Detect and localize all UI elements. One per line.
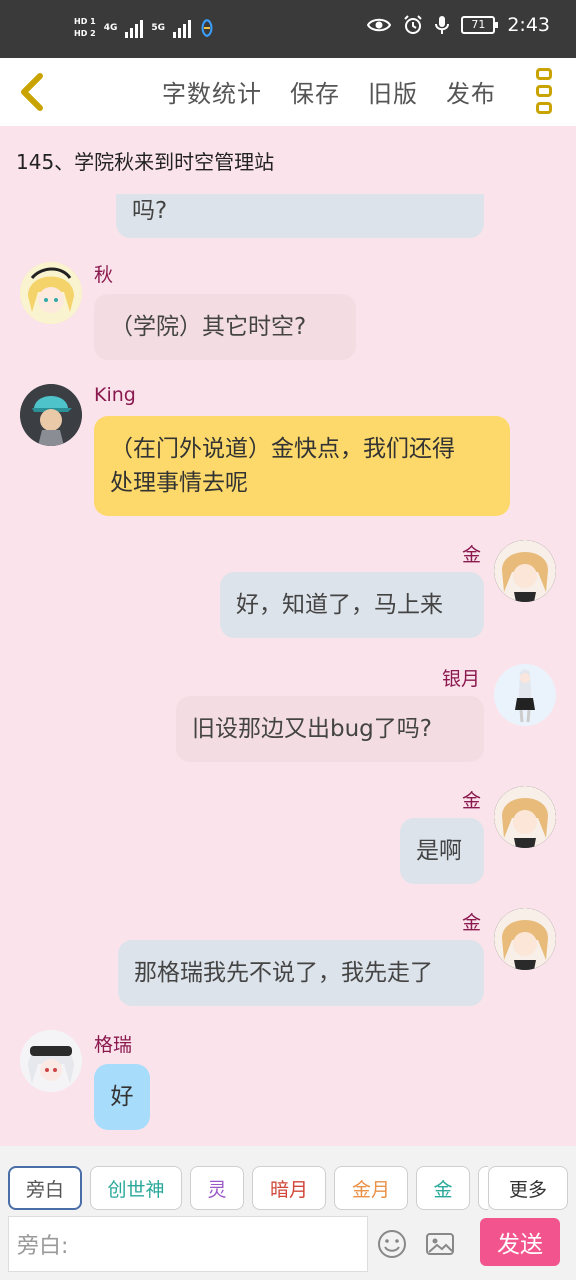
message-bubble: 好，知道了，马上来 [220, 572, 484, 638]
avatar[interactable] [494, 540, 556, 602]
microphone-icon [435, 16, 450, 34]
character-chip-jin[interactable]: 金 [416, 1166, 470, 1210]
data-saver-icon [201, 19, 213, 38]
avatar[interactable] [494, 908, 556, 970]
character-chip-creator[interactable]: 创世神 [90, 1166, 182, 1210]
story-title: 145、学院秋来到时空管理站 [16, 150, 275, 174]
sender-name: 秋 [94, 264, 114, 286]
sender-name: 金 [462, 790, 482, 812]
character-chip-anyue[interactable]: 暗月 [252, 1166, 326, 1210]
signal-icon [125, 18, 144, 38]
back-button[interactable] [12, 68, 56, 116]
message-bubble: 旧设那边又出bug了吗? [176, 696, 484, 762]
message-bubble: （学院）其它时空? [94, 294, 356, 360]
character-chip-narrator[interactable]: 旁白 [8, 1166, 82, 1210]
battery-icon: 71 [461, 16, 499, 34]
save-button[interactable]: 保存 [290, 74, 340, 109]
emoji-icon[interactable] [376, 1228, 408, 1260]
old-version-button[interactable]: 旧版 [368, 74, 418, 109]
status-bar: HD 1 HD 2 4G 5G 71 2:43 [0, 0, 576, 58]
message-bubble: 那格瑞我先不说了，我先走了 [118, 940, 484, 1006]
avatar[interactable] [494, 664, 556, 726]
word-count-button[interactable]: 字数统计 [162, 74, 262, 109]
compose-panel: 旁白 创世神 灵 暗月 金月 金 更多 旁白: 发送 [0, 1146, 576, 1280]
avatar[interactable] [20, 384, 82, 446]
avatar[interactable] [20, 262, 82, 324]
image-icon[interactable] [424, 1228, 456, 1260]
sender-name: 格瑞 [94, 1034, 133, 1056]
more-options-icon[interactable] [536, 68, 554, 114]
more-characters-button[interactable]: 更多 [488, 1166, 568, 1210]
message-bubble: 好 [94, 1064, 150, 1130]
message-bubble: 吗? [116, 194, 484, 238]
chevron-left-icon [21, 73, 43, 111]
sender-name: 金 [462, 544, 482, 566]
character-chip-jinyue[interactable]: 金月 [334, 1166, 408, 1210]
hd-indicator: HD 1 HD 2 [74, 17, 96, 38]
sender-name: 银月 [442, 668, 481, 690]
message-bubble: 是啊 [400, 818, 484, 884]
character-chip-ling[interactable]: 灵 [190, 1166, 244, 1210]
message-bubble: （在门外说道）金快点，我们还得 处理事情去呢 [94, 416, 510, 516]
clock: 2:43 [507, 14, 550, 36]
sender-name: King [94, 384, 136, 406]
send-button[interactable]: 发送 [480, 1218, 560, 1266]
input-placeholder: 旁白: [17, 1234, 69, 1259]
character-chip-partial[interactable] [478, 1166, 488, 1210]
alarm-icon [404, 15, 423, 34]
app-header: 字数统计 保存 旧版 发布 [0, 58, 576, 126]
eye-icon [367, 18, 392, 32]
publish-button[interactable]: 发布 [446, 74, 496, 109]
chat-list[interactable]: 吗? 秋 （学院）其它时空? King （在门外说道）金快点，我们还得 处理事情… [0, 194, 576, 1146]
sender-name: 金 [462, 912, 482, 934]
avatar[interactable] [494, 786, 556, 848]
message-input[interactable]: 旁白: [8, 1216, 368, 1272]
avatar[interactable] [20, 1030, 82, 1092]
network-4g-label: 4G [103, 23, 118, 33]
signal-icon [173, 18, 191, 38]
network-5g-label: 5G [151, 23, 165, 33]
